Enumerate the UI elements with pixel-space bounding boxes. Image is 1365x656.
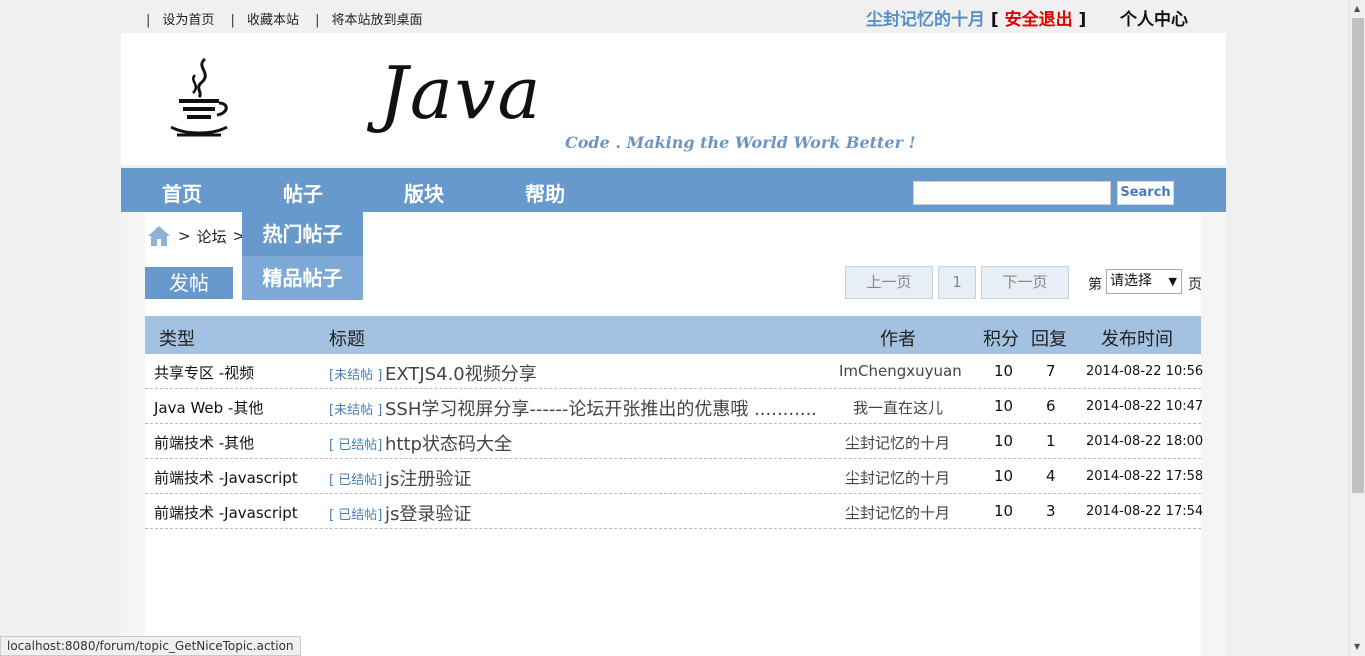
menu-item-hot-posts[interactable]: 热门帖子 <box>242 212 363 256</box>
table-header: 类型 标题 作者 积分 回复 发布时间 <box>145 316 1201 354</box>
row-points: 10 <box>994 467 1014 485</box>
next-page-button[interactable]: 下一页 <box>981 266 1069 299</box>
column-header-replies: 回复 <box>1031 329 1067 350</box>
browser-status-url: localhost:8080/forum/topic_GetNiceTopic.… <box>0 636 301 656</box>
scroll-down-arrow-icon[interactable]: ▼ <box>1354 642 1360 651</box>
banner-slogan: Code . Making the World Work Better ! <box>565 133 916 152</box>
row-type[interactable]: 共享专区 -视频 <box>154 362 254 383</box>
row-status-tag: [ 已结帖] <box>329 438 383 453</box>
user-box: 尘封记忆的十月 [ 安全退出 ] <box>866 5 1086 30</box>
nav-posts[interactable]: 帖子 <box>283 178 323 207</box>
nav-help[interactable]: 帮助 <box>525 178 565 207</box>
breadcrumb-forum[interactable]: 论坛 <box>197 226 227 247</box>
row-title-link[interactable]: SSH学习视屏分享------论坛开张推出的优惠哦 ........... <box>385 395 817 421</box>
row-replies: 3 <box>1046 502 1056 520</box>
row-type[interactable]: Java Web -其他 <box>154 397 263 418</box>
home-icon[interactable] <box>146 224 172 248</box>
row-points: 10 <box>994 432 1014 450</box>
row-status-tag: [ 已结帖] <box>329 473 383 488</box>
table-row: 共享专区 -视频 [未结帖 ] EXTJS4.0视频分享 ImChengxuyu… <box>145 354 1204 389</box>
posts-dropdown-menu: 热门帖子 精品帖子 <box>242 212 363 300</box>
page-select-value: 请选择 <box>1110 273 1152 289</box>
prev-page-button[interactable]: 上一页 <box>845 266 933 299</box>
row-points: 10 <box>994 502 1014 520</box>
page-prefix-label: 第 <box>1088 277 1102 293</box>
breadcrumb: > 论坛 > <box>146 224 245 248</box>
row-type[interactable]: 前端技术 -Javascript <box>154 502 298 523</box>
row-time: 2014-08-22 10:47 <box>1086 399 1204 414</box>
row-replies: 7 <box>1046 362 1056 380</box>
desktop-shortcut-link[interactable]: 将本站放到桌面 <box>331 13 422 28</box>
row-author[interactable]: ImChengxuyuan <box>839 362 962 380</box>
breadcrumb-separator: > <box>178 227 191 245</box>
separator: | <box>230 13 235 28</box>
column-header-title: 标题 <box>329 329 365 350</box>
scroll-up-arrow-icon[interactable]: ▲ <box>1354 4 1360 13</box>
user-center-link[interactable]: 个人中心 <box>1120 5 1188 30</box>
bookmark-link[interactable]: 收藏本站 <box>247 13 299 28</box>
row-time: 2014-08-22 10:56 <box>1086 364 1204 379</box>
row-status-tag: [ 已结帖] <box>329 508 383 523</box>
row-replies: 1 <box>1046 432 1056 450</box>
username-link[interactable]: 尘封记忆的十月 <box>866 10 985 30</box>
bracket-open: [ <box>990 10 999 30</box>
new-post-button[interactable]: 发帖 <box>145 267 233 299</box>
nav-boards[interactable]: 版块 <box>404 178 444 207</box>
set-homepage-link[interactable]: 设为首页 <box>162 13 214 28</box>
row-replies: 4 <box>1046 467 1056 485</box>
row-time: 2014-08-22 17:54 <box>1086 504 1204 519</box>
row-title-link[interactable]: js登录验证 <box>385 500 471 526</box>
page-select[interactable]: 请选择 ▼ <box>1106 269 1182 294</box>
separator: | <box>315 13 320 28</box>
table-row: Java Web -其他 [未结帖 ] SSH学习视屏分享------论坛开张推… <box>145 389 1204 424</box>
column-header-points: 积分 <box>983 329 1019 350</box>
row-author[interactable]: 尘封记忆的十月 <box>845 467 950 488</box>
row-author[interactable]: 尘封记忆的十月 <box>845 502 950 523</box>
row-status-tag: [未结帖 ] <box>329 403 383 418</box>
column-header-time: 发布时间 <box>1101 329 1173 350</box>
column-header-author: 作者 <box>880 329 916 350</box>
row-points: 10 <box>994 397 1014 415</box>
banner: Java Code . Making the World Work Better… <box>121 33 1226 165</box>
search-input[interactable] <box>913 181 1111 205</box>
table-row: 前端技术 -Javascript [ 已结帖] js注册验证 尘封记忆的十月 1… <box>145 459 1204 494</box>
row-replies: 6 <box>1046 397 1056 415</box>
row-points: 10 <box>994 362 1014 380</box>
nav-home[interactable]: 首页 <box>162 178 202 207</box>
main-nav: 首页 帖子 版块 帮助 Search <box>121 168 1226 212</box>
row-title-link[interactable]: EXTJS4.0视频分享 <box>385 360 537 386</box>
separator: | <box>146 13 151 28</box>
row-title-link[interactable]: http状态码大全 <box>385 430 512 456</box>
banner-title: Java <box>379 51 543 135</box>
chevron-down-icon: ▼ <box>1168 275 1177 288</box>
vertical-scrollbar[interactable]: ▲ ▼ <box>1349 0 1365 656</box>
search-button[interactable]: Search <box>1117 181 1174 205</box>
scrollbar-thumb[interactable] <box>1352 18 1364 493</box>
top-links: | 设为首页 | 收藏本站 | 将本站放到桌面 <box>146 9 435 28</box>
row-author[interactable]: 尘封记忆的十月 <box>845 432 950 453</box>
row-time: 2014-08-22 17:58 <box>1086 469 1204 484</box>
column-header-type: 类型 <box>159 329 195 350</box>
table-row: 前端技术 -其他 [ 已结帖] http状态码大全 尘封记忆的十月 10 1 2… <box>145 424 1204 459</box>
row-type[interactable]: 前端技术 -其他 <box>154 432 254 453</box>
menu-item-featured-posts[interactable]: 精品帖子 <box>242 256 363 300</box>
bracket-close: ] <box>1078 10 1087 30</box>
row-title-link[interactable]: js注册验证 <box>385 465 471 491</box>
row-type[interactable]: 前端技术 -Javascript <box>154 467 298 488</box>
current-page-button[interactable]: 1 <box>938 266 976 299</box>
row-author[interactable]: 我一直在这儿 <box>853 397 943 418</box>
row-status-tag: [未结帖 ] <box>329 368 383 383</box>
java-cup-logo-icon <box>170 57 228 137</box>
logout-link[interactable]: 安全退出 <box>1005 10 1073 30</box>
table-row: 前端技术 -Javascript [ 已结帖] js登录验证 尘封记忆的十月 1… <box>145 494 1204 529</box>
page-suffix-label: 页 <box>1188 277 1202 293</box>
row-time: 2014-08-22 18:00 <box>1086 434 1204 449</box>
top-bar: | 设为首页 | 收藏本站 | 将本站放到桌面 尘封记忆的十月 [ 安全退出 ] 个人… <box>0 0 1349 33</box>
